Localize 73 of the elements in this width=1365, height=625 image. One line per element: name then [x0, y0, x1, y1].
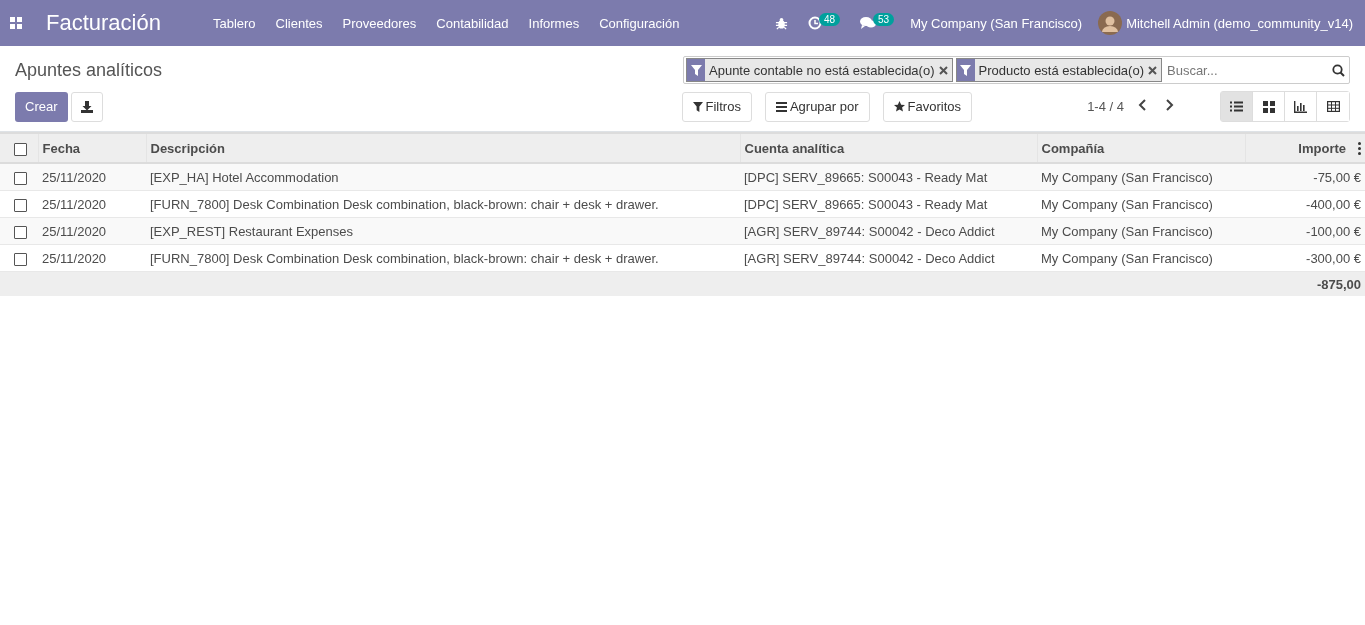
column-header[interactable]: Fecha	[42, 140, 81, 156]
table-cell: [EXP_REST] Restaurant Expenses	[150, 223, 354, 239]
company-switcher[interactable]: My Company (San Francisco)	[910, 15, 1083, 31]
table-cell: 25/11/2020	[42, 223, 107, 239]
table-cell: My Company (San Francisco)	[1041, 250, 1213, 266]
previous-icon	[1138, 99, 1147, 111]
filters-button[interactable]: Filtros	[681, 91, 752, 122]
row-checkbox[interactable]	[14, 171, 27, 185]
create-button[interactable]: Crear	[15, 91, 68, 122]
menu-item[interactable]: Clientes	[265, 15, 333, 31]
filter-icon	[692, 101, 703, 112]
select-all-checkbox[interactable]	[14, 142, 27, 156]
table-cell: [EXP_HA] Hotel Accommodation	[150, 169, 339, 185]
kebab-icon[interactable]	[1358, 141, 1361, 155]
table-cell: [DPC] SERV_89665: S00043 - Ready Mat	[744, 196, 988, 212]
column-header[interactable]: Cuenta analítica	[744, 140, 845, 156]
filter-icon	[690, 64, 702, 76]
avatar-icon[interactable]	[1098, 11, 1123, 35]
chat-icon[interactable]	[860, 16, 877, 30]
group-by-button[interactable]: Agrupar por	[764, 91, 870, 122]
grid-icon	[1262, 100, 1275, 113]
pager-value[interactable]: 1-4 / 4	[1087, 99, 1124, 114]
row-checkbox[interactable]	[14, 225, 27, 239]
clock-icon[interactable]	[807, 16, 822, 30]
table-cell: [AGR] SERV_89744: S00042 - Deco Addict	[744, 250, 995, 266]
favorites-button[interactable]: Favoritos	[882, 91, 973, 122]
table-cell: -300,00 €	[1306, 250, 1361, 266]
table-cell: -400,00 €	[1306, 196, 1361, 212]
table-cell: 25/11/2020	[42, 169, 107, 185]
menu-icon	[775, 101, 787, 112]
page-title: Apuntes analíticos	[15, 59, 164, 81]
filter-facet[interactable]: Apunte contable no está establecida(o)	[686, 58, 953, 82]
total-amount: -875,00	[1316, 276, 1361, 292]
column-header[interactable]: Descripción	[150, 140, 225, 156]
table-cell: My Company (San Francisco)	[1041, 196, 1213, 212]
search-bar[interactable]: Apunte contable no está establecida(o) Producto está establecida(o) Buscar...	[683, 56, 1350, 84]
row-checkbox[interactable]	[14, 198, 27, 212]
app-title: Facturación	[46, 10, 161, 36]
close-icon[interactable]	[938, 65, 948, 75]
row-checkbox[interactable]	[14, 252, 27, 266]
table-cell: My Company (San Francisco)	[1041, 223, 1213, 239]
list-icon	[1230, 101, 1243, 112]
bar-chart-icon	[1294, 100, 1307, 113]
table-cell: My Company (San Francisco)	[1041, 169, 1213, 185]
view-switch-button[interactable]	[1221, 92, 1253, 121]
download-icon	[80, 100, 93, 113]
menu-item[interactable]: Informes	[518, 15, 590, 31]
menu-item[interactable]: Tablero	[202, 15, 266, 31]
table-cell: [FURN_7800] Desk Combination Desk combination, black-brown: chair + desk + drawer.	[150, 196, 659, 212]
menu-item[interactable]: Proveedores	[332, 15, 427, 31]
user-menu[interactable]: Mitchell Admin (demo_community_v14)	[1126, 15, 1353, 31]
apps-menu-icon[interactable]	[10, 17, 22, 29]
table-cell: 25/11/2020	[42, 196, 107, 212]
bug-icon[interactable]	[774, 16, 788, 30]
column-header[interactable]: Compañía	[1041, 140, 1105, 156]
table-cell: -75,00 €	[1313, 169, 1361, 185]
menu-item[interactable]: Contabilidad	[426, 15, 519, 31]
next-icon	[1165, 99, 1174, 111]
table-icon	[1326, 101, 1340, 112]
filter-facet[interactable]: Producto está establecida(o)	[955, 58, 1162, 82]
search-icon[interactable]	[1332, 63, 1345, 77]
table-cell: -100,00 €	[1306, 223, 1361, 239]
table-cell: [AGR] SERV_89744: S00042 - Deco Addict	[744, 223, 995, 239]
activity-count-badge: 48	[818, 12, 841, 26]
star-icon	[893, 101, 905, 112]
table-cell: [DPC] SERV_89665: S00043 - Ready Mat	[744, 169, 988, 185]
close-icon[interactable]	[1148, 65, 1157, 75]
table-cell: 25/11/2020	[42, 250, 107, 266]
menu-item[interactable]: Configuración	[589, 15, 690, 31]
message-count-badge: 53	[873, 12, 895, 26]
download-button[interactable]	[70, 91, 103, 122]
filter-icon	[960, 64, 971, 76]
table-cell: [FURN_7800] Desk Combination Desk combination, black-brown: chair + desk + drawer.	[150, 250, 659, 266]
